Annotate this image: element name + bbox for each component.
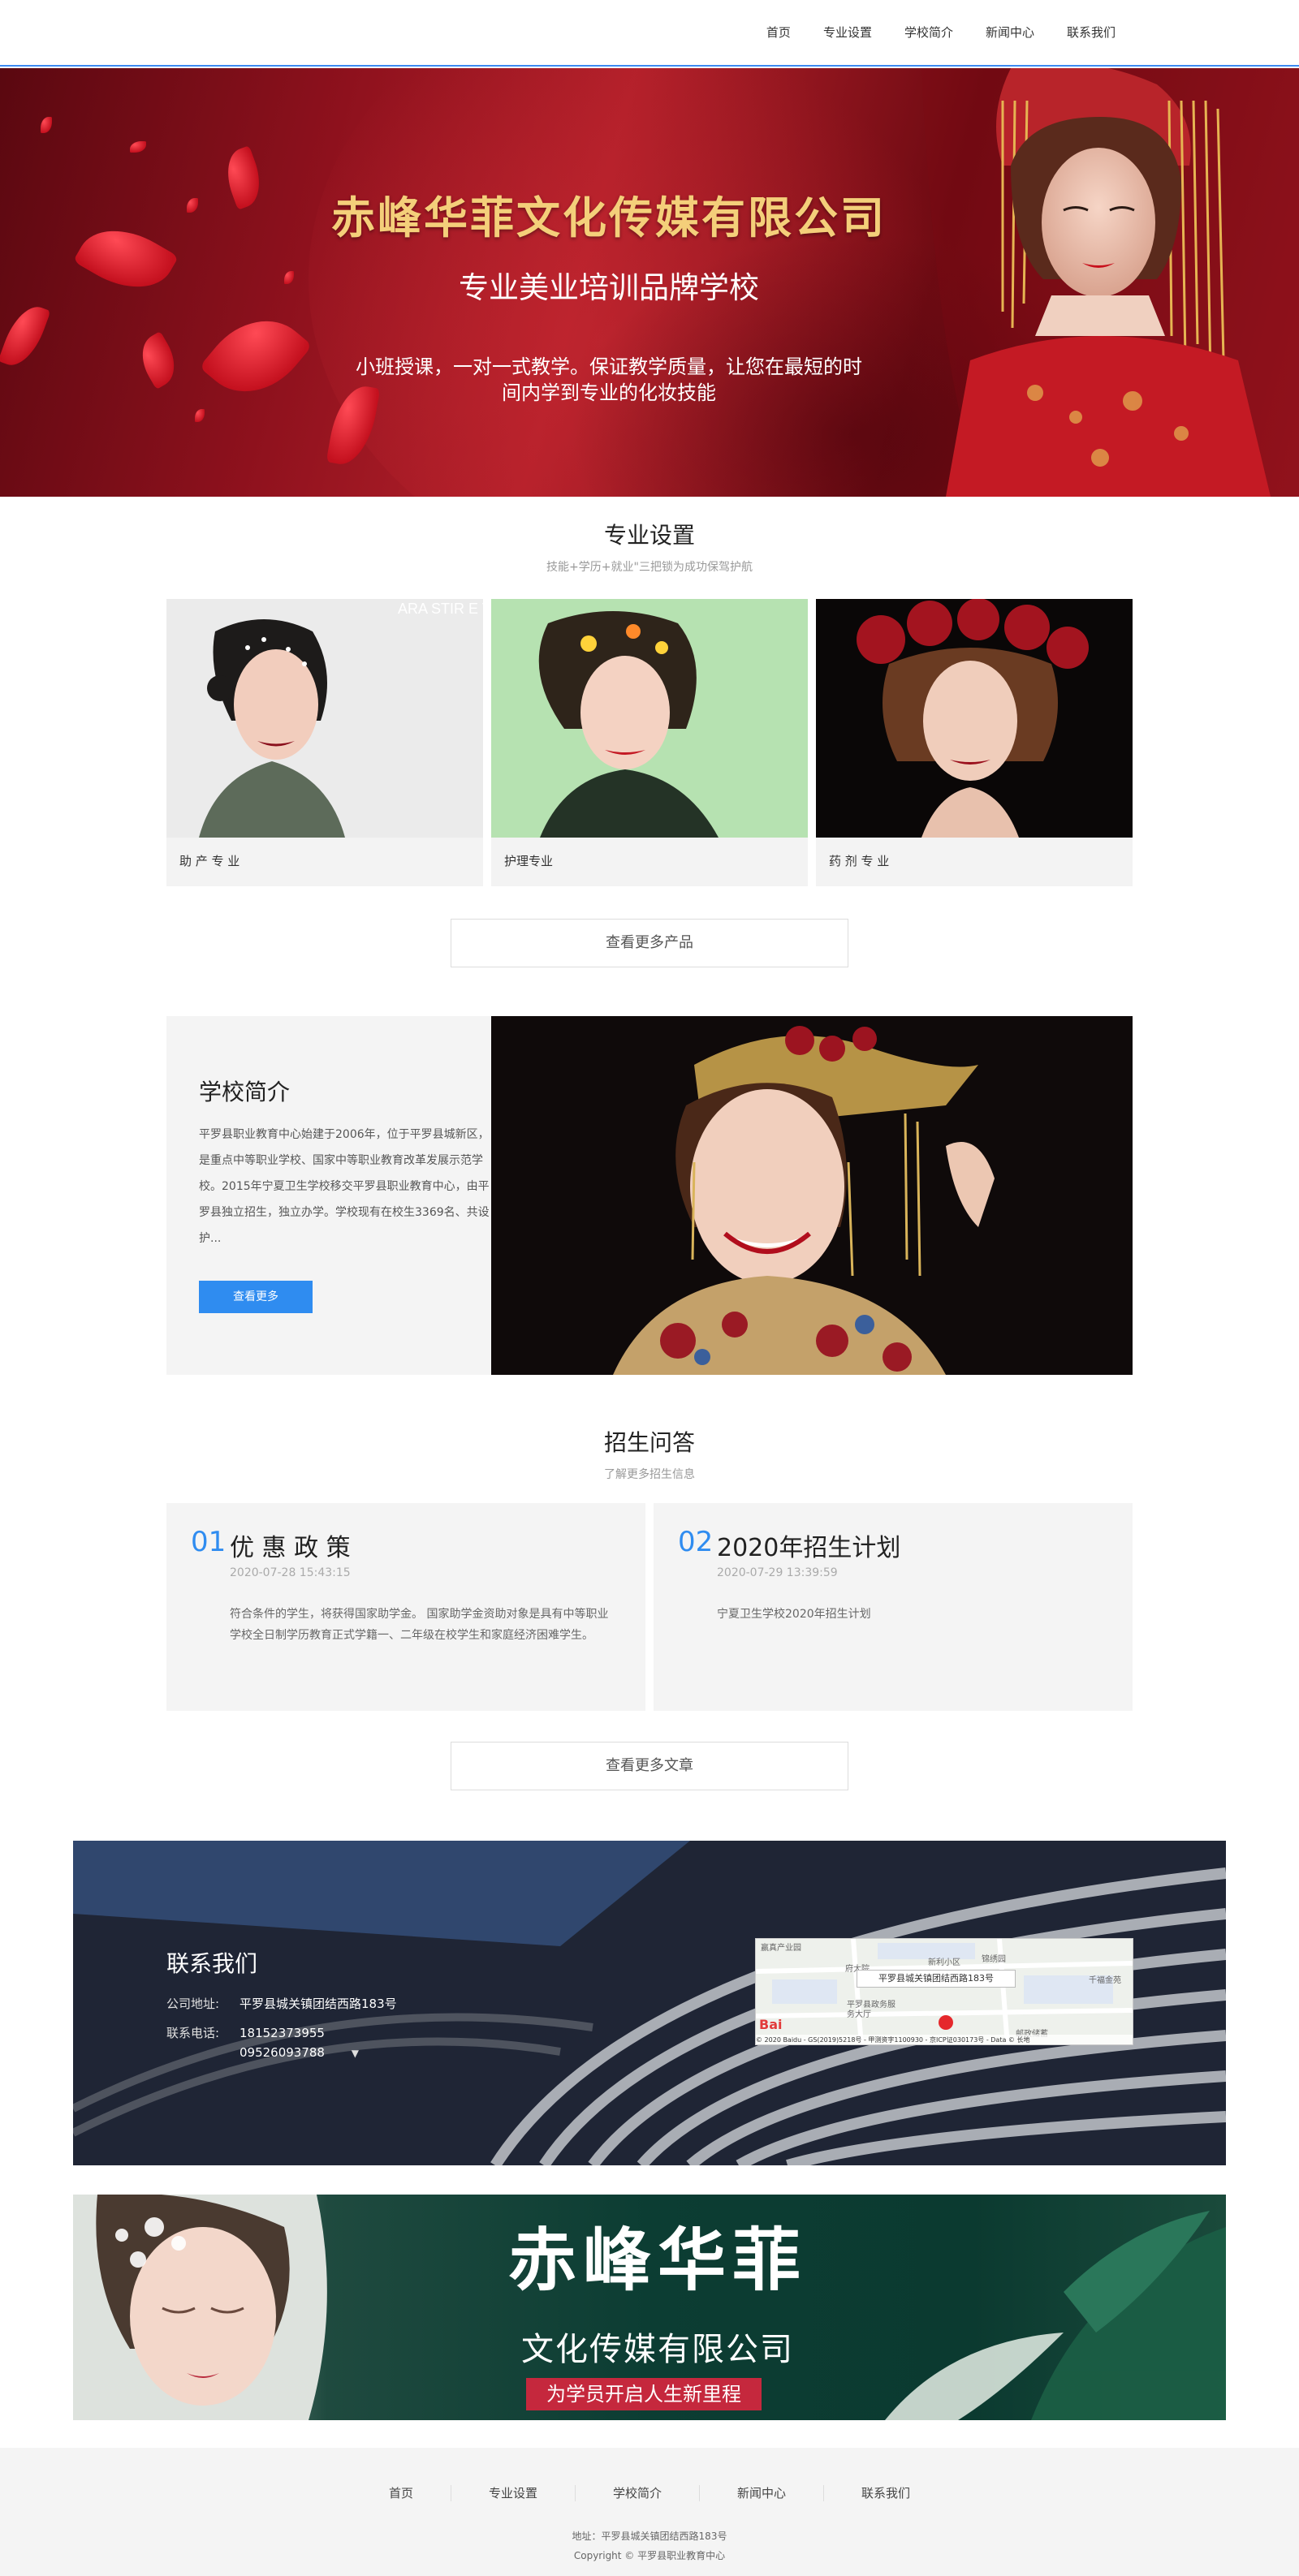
promo-headline: 赤峰华菲 xyxy=(507,2221,807,2300)
major-image-overlay-text: ARA STIR E TONO xyxy=(398,601,483,617)
banner-model-image xyxy=(921,68,1299,497)
faq-item-title[interactable]: 2020年招生计划 xyxy=(717,1527,900,1563)
contact-address-row: 公司地址: 平罗县城关镇团结西路183号 xyxy=(166,1995,397,2012)
map-label: 锦绣园 xyxy=(982,1955,1006,1964)
banner-desc-line: 间内学到专业的化妆技能 xyxy=(502,381,716,404)
chevron-down-icon[interactable]: ▼ xyxy=(352,2048,359,2059)
contact-section: 联系我们 公司地址: 平罗县城关镇团结西路183号 联系电话: 1815237395… xyxy=(73,1841,1226,2165)
faq-card[interactable]: 01 优 惠 政 策 2020-07-28 15:43:15 符合条件的学生，将… xyxy=(166,1503,645,1711)
petal-decoration xyxy=(284,271,294,284)
petal-decoration xyxy=(199,298,313,415)
faq-date: 2020-07-29 13:39:59 xyxy=(717,1566,838,1579)
major-label: 药 剂 专 业 xyxy=(829,854,890,868)
phone-label: 联系电话: xyxy=(166,2026,220,2040)
major-image-nursing xyxy=(491,599,808,838)
petal-decoration xyxy=(132,331,185,390)
petal-decoration xyxy=(187,198,198,213)
faq-card[interactable]: 02 2020年招生计划 2020-07-29 13:39:59 宁夏卫生学校2… xyxy=(654,1503,1133,1711)
phone-value-2: 09526093788 xyxy=(240,2045,325,2060)
map-label: 平罗县政务服务大厅 xyxy=(847,2001,895,2019)
nav-news[interactable]: 新闻中心 xyxy=(969,23,1051,42)
major-card-midwifery[interactable]: ARA STIR E TONO 助 产 专 业 xyxy=(166,599,483,886)
faq-item-title[interactable]: 优 惠 政 策 xyxy=(230,1527,351,1563)
about-more-button[interactable]: 查看更多 xyxy=(199,1281,313,1313)
map-label: 千福金苑 xyxy=(1089,1976,1121,1985)
promo-banner: 赤峰华菲 文化传媒有限公司 为学员开启人生新里程 xyxy=(73,2195,1226,2420)
map-label: 新利小区 xyxy=(928,1958,960,1967)
promo-subheadline: 文化传媒有限公司 xyxy=(521,2331,794,2368)
nav-home[interactable]: 首页 xyxy=(750,23,807,42)
contact-title: 联系我们 xyxy=(166,1950,258,1977)
faq-number: 01 xyxy=(191,1526,227,1558)
baidu-logo: Bai xyxy=(759,2017,783,2032)
about-section: 学校简介 平罗县职业教育中心始建于2006年，位于平罗县城新区，是重点中等职业学… xyxy=(166,1016,1133,1375)
more-articles-button[interactable]: 查看更多文章 xyxy=(451,1742,848,1790)
petal-decoration xyxy=(195,409,205,422)
address-value: 平罗县城关镇团结西路183号 xyxy=(240,1997,397,2011)
about-image xyxy=(491,1016,1133,1375)
petal-decoration xyxy=(72,212,179,306)
map-copyright: © 2020 Baidu - GS(2019)5218号 - 甲测资字11009… xyxy=(756,2035,1133,2044)
footer-address: 地址：平罗县城关镇团结西路183号 xyxy=(572,2531,727,2542)
nav-about[interactable]: 学校简介 xyxy=(888,23,969,42)
contact-phone-row: 联系电话: 18152373955 xyxy=(166,2024,325,2041)
map-popup: 平罗县城关镇团结西路183号 xyxy=(857,1970,1016,1988)
faq-body: 符合条件的学生，将获得国家助学金。 国家助学金资助对象是具有中等职业学校全日制学… xyxy=(230,1608,609,1642)
faq-title: 招生问答 xyxy=(603,1429,695,1456)
address-label: 公司地址: xyxy=(166,1997,220,2011)
footer-nav-contact[interactable]: 联系我们 xyxy=(823,2485,947,2501)
main-nav: 首页 专业设置 学校简介 新闻中心 联系我们 xyxy=(750,23,1132,42)
banner-subtitle: 专业美业培训品牌学校 xyxy=(459,270,759,305)
footer: 首页 专业设置 学校简介 新闻中心 联系我们 地址：平罗县城关镇团结西路183号… xyxy=(0,2448,1299,2576)
nav-majors[interactable]: 专业设置 xyxy=(807,23,888,42)
footer-nav-about[interactable]: 学校简介 xyxy=(574,2485,699,2501)
faq-date: 2020-07-28 15:43:15 xyxy=(230,1566,351,1579)
banner-desc-line: 小班授课，一对一式教学。保证教学质量，让您在最短的时 xyxy=(356,355,862,378)
baidu-map[interactable]: 赢真产业园 府大院 新利小区 锦绣园 千福金苑 平罗县政务服务大厅 邮政储蓄 平… xyxy=(755,1938,1133,2045)
hero-banner: 赤峰华菲文化传媒有限公司 专业美业培训品牌学校 小班授课，一对一式教学。保证教学… xyxy=(0,68,1299,497)
major-image-midwifery: ARA STIR E TONO xyxy=(166,599,483,838)
faq-number: 02 xyxy=(678,1526,714,1558)
about-text: 平罗县职业教育中心始建于2006年，位于平罗县城新区，是重点中等职业学校、国家中… xyxy=(199,1128,490,1245)
petal-decoration xyxy=(41,117,52,133)
footer-nav-home[interactable]: 首页 xyxy=(352,2485,451,2501)
major-label: 护理专业 xyxy=(504,854,554,868)
promo-tagline: 为学员开启人生新里程 xyxy=(526,2378,762,2410)
more-products-button[interactable]: 查看更多产品 xyxy=(451,919,848,967)
major-card-nursing[interactable]: 护理专业 xyxy=(491,599,808,886)
major-image-pharmacy xyxy=(816,599,1133,838)
majors-subtitle: 技能+学历+就业"三把锁为成功保驾护航 xyxy=(546,561,753,574)
about-title: 学校简介 xyxy=(199,1079,291,1105)
map-label: 赢真产业园 xyxy=(761,1944,801,1953)
map-marker-icon[interactable] xyxy=(939,2015,953,2030)
footer-nav-news[interactable]: 新闻中心 xyxy=(699,2485,823,2501)
faq-body: 宁夏卫生学校2020年招生计划 xyxy=(717,1608,871,1621)
footer-nav-majors[interactable]: 专业设置 xyxy=(450,2485,575,2501)
petal-decoration xyxy=(218,145,269,210)
phone-value: 18152373955 xyxy=(240,2026,325,2040)
petal-decoration xyxy=(0,299,51,373)
footer-copyright: Copyright © 平罗县职业教育中心 xyxy=(573,2550,726,2561)
petal-decoration xyxy=(130,141,146,153)
banner-title: 赤峰华菲文化传媒有限公司 xyxy=(331,192,887,243)
majors-title: 专业设置 xyxy=(603,522,695,549)
nav-contact[interactable]: 联系我们 xyxy=(1051,23,1132,42)
faq-subtitle: 了解更多招生信息 xyxy=(604,1468,695,1481)
footer-nav: 首页 专业设置 学校简介 新闻中心 联系我们 xyxy=(0,2485,1299,2501)
contact-phone2-row: 09526093788 ▼ xyxy=(166,2045,359,2060)
banner-description: 小班授课，一对一式教学。保证教学质量，让您在最短的时 间内学到专业的化妆技能 xyxy=(329,354,889,406)
major-label: 助 产 专 业 xyxy=(179,854,240,868)
major-card-pharmacy[interactable]: 药 剂 专 业 xyxy=(816,599,1133,886)
header: 首页 专业设置 学校简介 新闻中心 联系我们 xyxy=(0,0,1299,67)
